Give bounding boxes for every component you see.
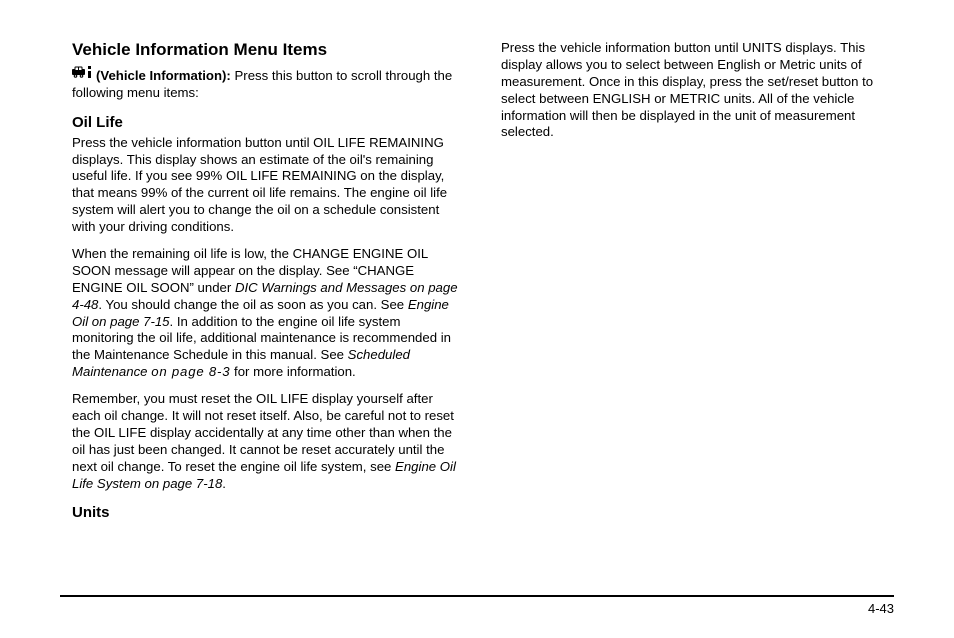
intro-paragraph: (Vehicle Information): Press this button… (72, 66, 465, 102)
oil-life-p2d: for more information. (230, 364, 355, 379)
oil-life-p2b: . You should change the oil as soon as y… (98, 297, 407, 312)
oil-life-p3: Remember, you must reset the OIL LIFE di… (72, 391, 465, 492)
page-footer: 4-43 (60, 595, 894, 616)
page-number: 4-43 (60, 601, 894, 616)
oil-life-p2: When the remaining oil life is low, the … (72, 246, 465, 381)
intro-label: (Vehicle Information): (96, 68, 231, 83)
page: Vehicle Information Menu Items (0, 0, 954, 638)
oil-life-p1: Press the vehicle information button unt… (72, 135, 465, 236)
footer-rule (60, 595, 894, 597)
vehicle-info-icon (72, 66, 94, 83)
content-columns: Vehicle Information Menu Items (72, 40, 894, 550)
units-p1: Press the vehicle information button unt… (501, 40, 894, 141)
oil-life-heading: Oil Life (72, 114, 465, 131)
ref-scheduled-maintenance-b: on page 8-3 (151, 364, 230, 379)
main-heading: Vehicle Information Menu Items (72, 40, 465, 60)
oil-life-p3b: . (222, 476, 226, 491)
units-heading: Units (72, 504, 465, 521)
